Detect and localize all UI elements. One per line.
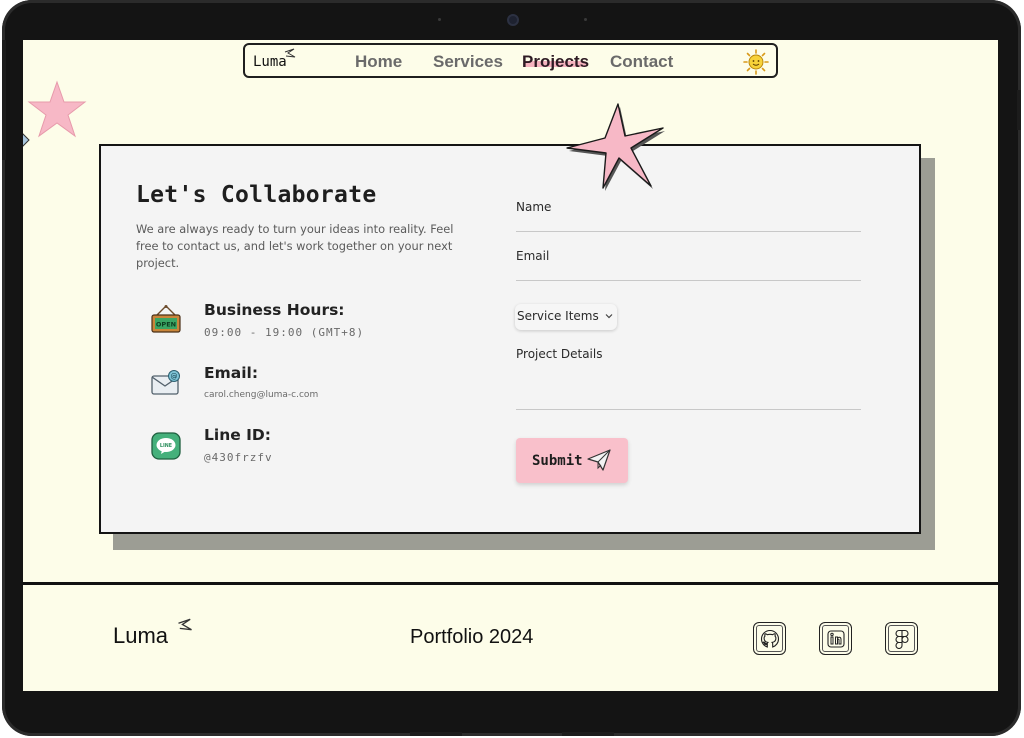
linkedin-link[interactable] <box>819 622 852 655</box>
section-intro: We are always ready to turn your ideas i… <box>136 222 454 270</box>
email-title: Email: <box>204 364 259 382</box>
email-label[interactable]: Email <box>516 249 549 263</box>
blue-shape-icon <box>23 133 30 147</box>
project-details-label[interactable]: Project Details <box>516 347 602 361</box>
nav-item-services[interactable]: Services <box>433 52 503 72</box>
github-link[interactable] <box>753 622 786 655</box>
name-label[interactable]: Name <box>516 200 551 214</box>
logo-mark-icon <box>284 48 296 58</box>
hours-title: Business Hours: <box>204 301 345 319</box>
nav-item-contact[interactable]: Contact <box>610 52 673 72</box>
nav-item-home[interactable]: Home <box>355 52 402 72</box>
side-button <box>2 40 6 160</box>
nav-item-projects[interactable]: Projects <box>522 52 589 72</box>
svg-text:OPEN: OPEN <box>156 321 176 329</box>
footer-divider <box>23 582 998 585</box>
contact-card: Let's Collaborate We are always ready to… <box>99 144 921 534</box>
name-input[interactable] <box>516 231 861 232</box>
footer-logo[interactable]: Luma <box>113 623 168 649</box>
bottom-button <box>410 732 462 736</box>
paper-plane-icon <box>587 449 611 471</box>
nav-logo[interactable]: Luma <box>253 54 287 70</box>
side-button <box>1017 90 1021 130</box>
sun-icon[interactable] <box>743 49 769 75</box>
line-title: Line ID: <box>204 426 271 444</box>
project-details-input[interactable] <box>516 409 861 410</box>
nav-bar: Luma Home Services Projects Contact <box>243 43 778 78</box>
chevron-down-icon <box>605 314 613 319</box>
service-select-label: Service Items <box>517 309 599 323</box>
figma-icon <box>895 629 909 649</box>
footer-title: Portfolio 2024 <box>410 626 534 648</box>
pink-burst-icon <box>566 103 665 191</box>
logo-mark-icon <box>178 618 192 631</box>
sensor-dot <box>438 18 441 21</box>
email-value[interactable]: carol.cheng@luma-c.com <box>204 390 318 400</box>
svg-text:LINE: LINE <box>160 443 172 449</box>
mail-icon: @ <box>151 370 180 395</box>
open-sign-icon: OPEN <box>151 305 181 333</box>
screen: Luma Home Services Projects Contact Let'… <box>23 40 998 691</box>
figma-link[interactable] <box>885 622 918 655</box>
bottom-button <box>562 732 614 736</box>
submit-label: Submit <box>532 452 583 469</box>
email-input[interactable] <box>516 280 861 281</box>
pink-star-icon <box>27 80 87 138</box>
github-icon <box>760 629 780 648</box>
linkedin-icon <box>827 630 845 648</box>
section-title: Let's Collaborate <box>136 182 377 208</box>
hours-value: 09:00 - 19:00 (GMT+8) <box>204 326 365 339</box>
line-icon: LINE <box>151 432 181 460</box>
sensor-dot <box>584 18 587 21</box>
svg-text:@: @ <box>171 373 178 381</box>
line-value: @430frzfv <box>204 451 273 464</box>
service-select[interactable]: Service Items <box>515 304 617 330</box>
submit-button[interactable]: Submit <box>516 438 628 483</box>
camera <box>507 14 519 26</box>
